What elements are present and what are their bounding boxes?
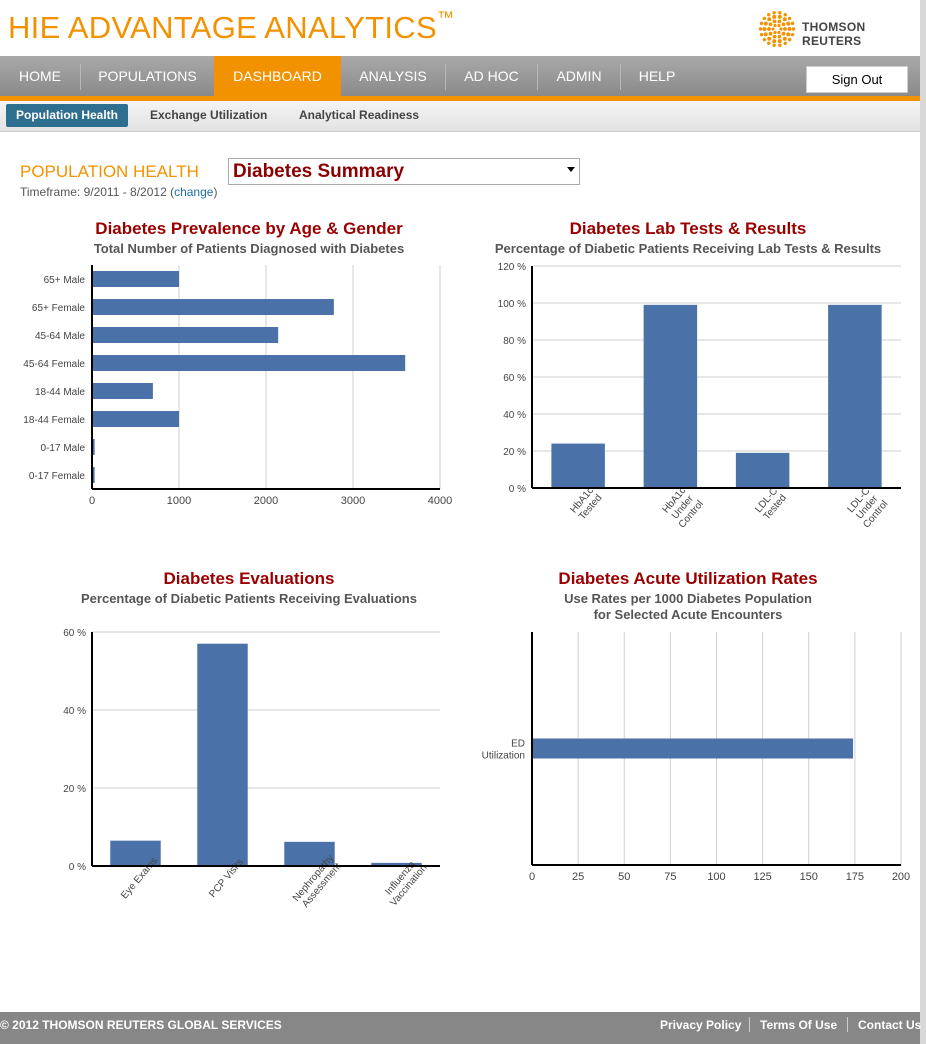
- chart2-bar: [735, 452, 790, 488]
- chart1-bar: [92, 327, 279, 343]
- footer-separator: [749, 1017, 750, 1032]
- chart2-y-tick: 60 %: [503, 373, 526, 384]
- chart4-x-tick: 200: [892, 871, 910, 883]
- chart2-category-label: LDL-CUnderControl: [844, 485, 890, 531]
- chart3-y-tick: 60 %: [63, 628, 86, 639]
- chart2-bar: [643, 304, 698, 488]
- chart4-x-tick: 50: [618, 871, 630, 883]
- chart1-bar: [92, 355, 406, 371]
- chart1-category-label: 0-17 Male: [41, 443, 86, 454]
- chart4-category-label: ED: [511, 739, 525, 750]
- chart2-y-tick: 80 %: [503, 336, 526, 347]
- chart3-bar: [197, 643, 248, 866]
- chart1-category-label: 45-64 Male: [35, 331, 85, 342]
- chart4-bar: [532, 738, 854, 759]
- chart4-x-tick: 150: [800, 871, 818, 883]
- footer-separator: [847, 1017, 848, 1032]
- chart1-category-label: 18-44 Female: [23, 415, 85, 426]
- contact-us-link[interactable]: Contact Us: [858, 1018, 921, 1032]
- chart2-y-tick: 40 %: [503, 410, 526, 421]
- chart3-y-tick: 0 %: [69, 862, 86, 873]
- chart1-bar: [92, 299, 334, 315]
- chart1-x-tick: 1000: [167, 495, 191, 507]
- terms-of-use-link[interactable]: Terms Of Use: [760, 1018, 837, 1032]
- chart4-x-tick: 75: [664, 871, 676, 883]
- chart4-x-tick: 0: [529, 871, 535, 883]
- chart2-y-tick: 20 %: [503, 447, 526, 458]
- chart2-category-label: HbA1cTested: [568, 485, 604, 522]
- chart4-x-tick: 175: [846, 871, 864, 883]
- chart1-category-label: 45-64 Female: [23, 359, 85, 370]
- chart1-category-label: 65+ Male: [44, 275, 86, 286]
- chart1-x-tick: 0: [89, 495, 95, 507]
- chart2-bar: [551, 443, 605, 488]
- chart1-category-label: 0-17 Female: [29, 471, 86, 482]
- chart2-category-label: LDL-CTested: [753, 486, 789, 523]
- chart2-y-tick: 100 %: [498, 299, 526, 310]
- chart1-x-tick: 3000: [341, 495, 365, 507]
- chart2-bar: [828, 304, 882, 488]
- chart1-x-tick: 2000: [254, 495, 278, 507]
- copyright: © 2012 THOMSON REUTERS GLOBAL SERVICES: [0, 1018, 282, 1032]
- chart1-category-label: 65+ Female: [32, 303, 86, 314]
- dashboard-charts: 0 1000 2000 3000 400065+ Male65+ Female45-64…: [23, 262, 910, 910]
- chart4-x-tick: 125: [753, 871, 771, 883]
- chart3-y-tick: 20 %: [63, 784, 86, 795]
- chart1-bar: [92, 271, 179, 287]
- chart3-y-tick: 40 %: [63, 706, 86, 717]
- chart1-category-label: 18-44 Male: [35, 387, 85, 398]
- chart2-y-tick: 0 %: [509, 484, 526, 495]
- chart4-x-tick: 100: [707, 871, 725, 883]
- privacy-policy-link[interactable]: Privacy Policy: [660, 1018, 741, 1032]
- chart2-y-tick: 120 %: [498, 262, 526, 273]
- chart1-x-tick: 4000: [428, 495, 452, 507]
- chart2-category-label: HbA1cUnderControl: [660, 485, 706, 531]
- chart1-bar: [92, 411, 179, 427]
- chart4-category-label: Utilization: [482, 751, 525, 762]
- chart1-bar: [92, 383, 153, 399]
- chart4-x-tick: 25: [572, 871, 584, 883]
